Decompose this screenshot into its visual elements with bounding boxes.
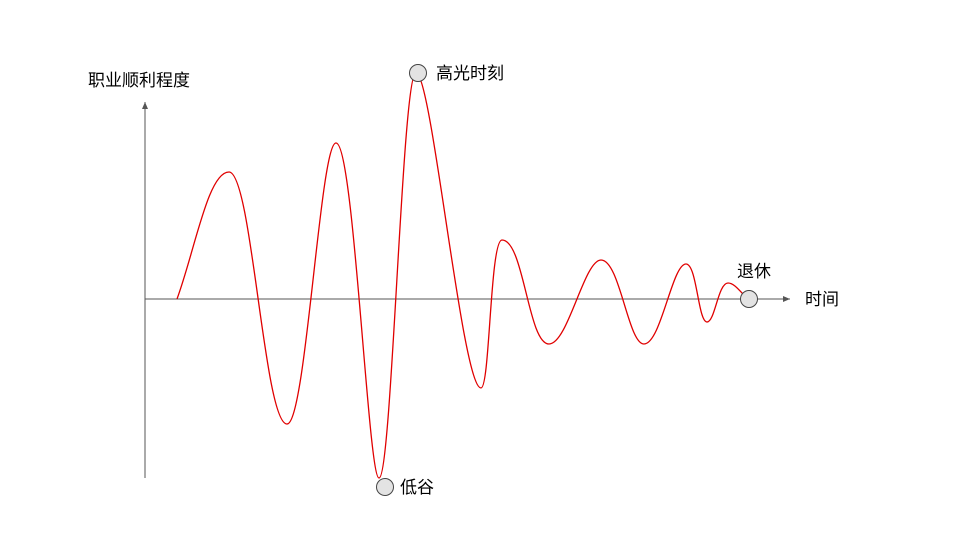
end-marker [740, 290, 758, 308]
career-curve [176, 72, 749, 479]
x-axis-label: 时间 [805, 290, 839, 310]
trough-marker [376, 478, 394, 496]
career-curve-diagram: 职业顺利程度 时间 高光时刻 低谷 退休 [88, 64, 839, 498]
end-label: 退休 [737, 262, 771, 282]
y-axis-label: 职业顺利程度 [88, 71, 190, 91]
trough-label: 低谷 [400, 478, 434, 498]
peak-marker [409, 64, 427, 82]
peak-label: 高光时刻 [436, 64, 504, 84]
